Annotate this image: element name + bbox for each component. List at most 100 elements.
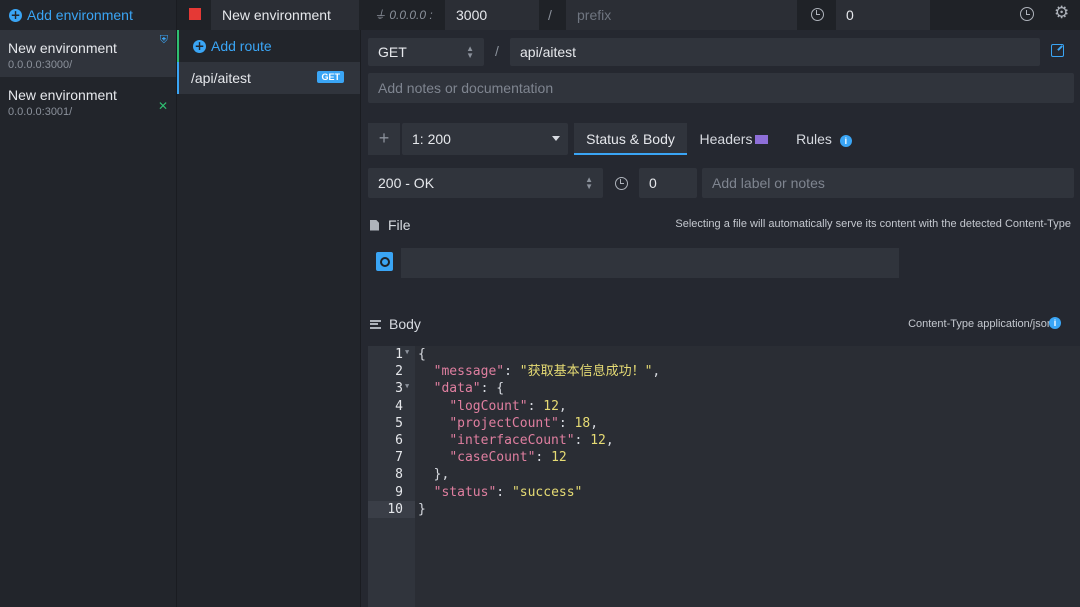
prefix-input[interactable]: prefix (566, 0, 797, 30)
gear-icon[interactable]: ⚙ (1054, 3, 1069, 23)
json-key: "status" (433, 484, 497, 500)
json-key: "data" (433, 381, 481, 397)
tab-headers-label: Headers (699, 131, 753, 147)
text-lines-icon (370, 319, 381, 329)
code-line: "caseCount": 12 (449, 450, 567, 466)
tab-status-body[interactable]: Status & Body (574, 123, 687, 155)
json-punct: , (590, 415, 599, 431)
stop-server-icon[interactable] (189, 8, 201, 20)
open-in-browser-icon[interactable] (1051, 44, 1064, 57)
response-latency-input[interactable]: 0 (639, 168, 697, 198)
json-punct: }, (433, 467, 450, 483)
line-number: 5 (395, 415, 403, 431)
label-placeholder: Add label or notes (712, 175, 825, 191)
line-number: 1 (395, 347, 403, 362)
code-line: "message": "获取基本信息成功！", (433, 364, 661, 380)
code-line: }, (418, 466, 660, 483)
line-number-gutter: 1 ▼ 2 3 ▼ 4 5 6 7 8 9 10 (368, 346, 415, 607)
info-icon: i (839, 135, 852, 147)
select-arrows-icon: ▲ ▼ (585, 175, 593, 191)
environment-item-2[interactable]: New environment 0.0.0.0:3001/ ✕ (0, 77, 176, 124)
tab-rules-label: Rules (796, 131, 832, 147)
file-hint: Selecting a file will automatically serv… (675, 218, 1071, 230)
path-separator: / (495, 43, 499, 59)
environment-name: New environment (8, 87, 117, 103)
json-value: 12 (551, 450, 567, 466)
code-content: { "message": "获取基本信息成功！", "data": { "log… (418, 346, 660, 518)
json-punct: , (652, 364, 661, 380)
plug-icon: ⏚ (374, 8, 390, 22)
file-label: File (388, 217, 411, 233)
fold-icon[interactable]: ▼ (405, 348, 409, 356)
label-input[interactable]: Add label or notes (702, 168, 1074, 198)
line-number: 7 (395, 450, 403, 466)
response-value: 1: 200 (412, 131, 451, 147)
environment-name-input[interactable]: New environment (211, 0, 359, 30)
file-section-label: File (370, 217, 411, 233)
tab-rules[interactable]: Rules i (789, 123, 859, 155)
method-value: GET (378, 44, 407, 60)
line-number: 3 (395, 381, 403, 397)
content-type-label: Content-Type application/json (908, 318, 1053, 330)
route-path: /api/aitest (191, 70, 251, 86)
prefix-separator: / (548, 7, 552, 23)
add-response-button[interactable]: + (368, 123, 400, 155)
line-number: 8 (395, 467, 403, 483)
body-section-label: Body (370, 316, 421, 332)
code-line: "data": { (418, 380, 660, 397)
code-line: "projectCount": 18, (449, 415, 599, 431)
add-environment-button[interactable]: + Add environment (0, 0, 176, 30)
line-number: 10 (387, 501, 403, 517)
environment-settings-bar: New environment ⏚ 0.0.0.0 : 3000 / prefi… (177, 0, 1080, 30)
environment-address: 0.0.0.0:3000/ (8, 59, 73, 71)
json-punct: , (558, 398, 567, 414)
environment-latency-input[interactable]: 0 (836, 0, 930, 30)
clock-icon (811, 8, 824, 21)
route-path-input[interactable]: api/aitest (510, 38, 1040, 66)
line-number: 2 (395, 364, 403, 380)
fold-icon[interactable]: ▼ (405, 382, 409, 390)
plus-icon: + (193, 38, 206, 53)
json-key: "interfaceCount" (449, 432, 575, 448)
line-number: 6 (395, 433, 403, 448)
line-number: 9 (395, 484, 403, 500)
add-route-button[interactable]: + Add route (177, 30, 360, 62)
file-path-input[interactable] (401, 248, 899, 278)
plus-icon: + (9, 7, 22, 22)
notes-input[interactable]: Add notes or documentation (368, 73, 1074, 103)
line-number: 4 (395, 398, 403, 414)
response-select[interactable]: 1: 200 (402, 123, 568, 155)
port-input[interactable]: 3000 (445, 0, 539, 30)
body-editor[interactable]: 1 ▼ 2 3 ▼ 4 5 6 7 8 9 10 { "message": "获… (368, 346, 1080, 607)
environment-item-1[interactable]: New environment 0.0.0.0:3000/ ⛨ (0, 30, 176, 77)
json-key: "message" (433, 364, 505, 380)
info-icon: i (1049, 317, 1061, 329)
json-punct: , (605, 432, 614, 448)
json-value: 12 (543, 398, 559, 414)
clock-icon (615, 177, 628, 190)
code-line: { (418, 346, 660, 363)
https-shield-icon: ⛨ (159, 34, 168, 46)
add-environment-label: Add environment (27, 7, 133, 23)
json-value: "success" (511, 484, 583, 500)
file-search-icon[interactable] (376, 252, 393, 271)
status-code-select[interactable]: 200 - OK ▲ ▼ (368, 168, 603, 198)
code-line: "status": "success" (433, 484, 583, 500)
tab-headers[interactable]: Headers (694, 123, 774, 155)
json-key: "projectCount" (449, 415, 559, 431)
json-value: "获取基本信息成功！" (519, 364, 653, 380)
history-icon[interactable] (1020, 7, 1034, 21)
environment-address: 0.0.0.0:3001/ (8, 106, 73, 118)
code-line: } (418, 501, 660, 518)
host-label: ⏚ 0.0.0.0 : (374, 0, 433, 30)
json-punct: } (418, 501, 426, 517)
add-route-label: Add route (211, 38, 272, 54)
json-key: "caseCount" (449, 450, 536, 466)
notes-placeholder: Add notes or documentation (378, 80, 554, 96)
method-select[interactable]: GET ▲ ▼ (368, 38, 484, 66)
code-line: "logCount": 12, (449, 398, 567, 414)
route-item[interactable]: /api/aitest GET (177, 62, 360, 94)
code-line: "interfaceCount": 12, (449, 432, 614, 448)
json-key: "logCount" (449, 398, 528, 414)
body-label: Body (389, 316, 421, 332)
